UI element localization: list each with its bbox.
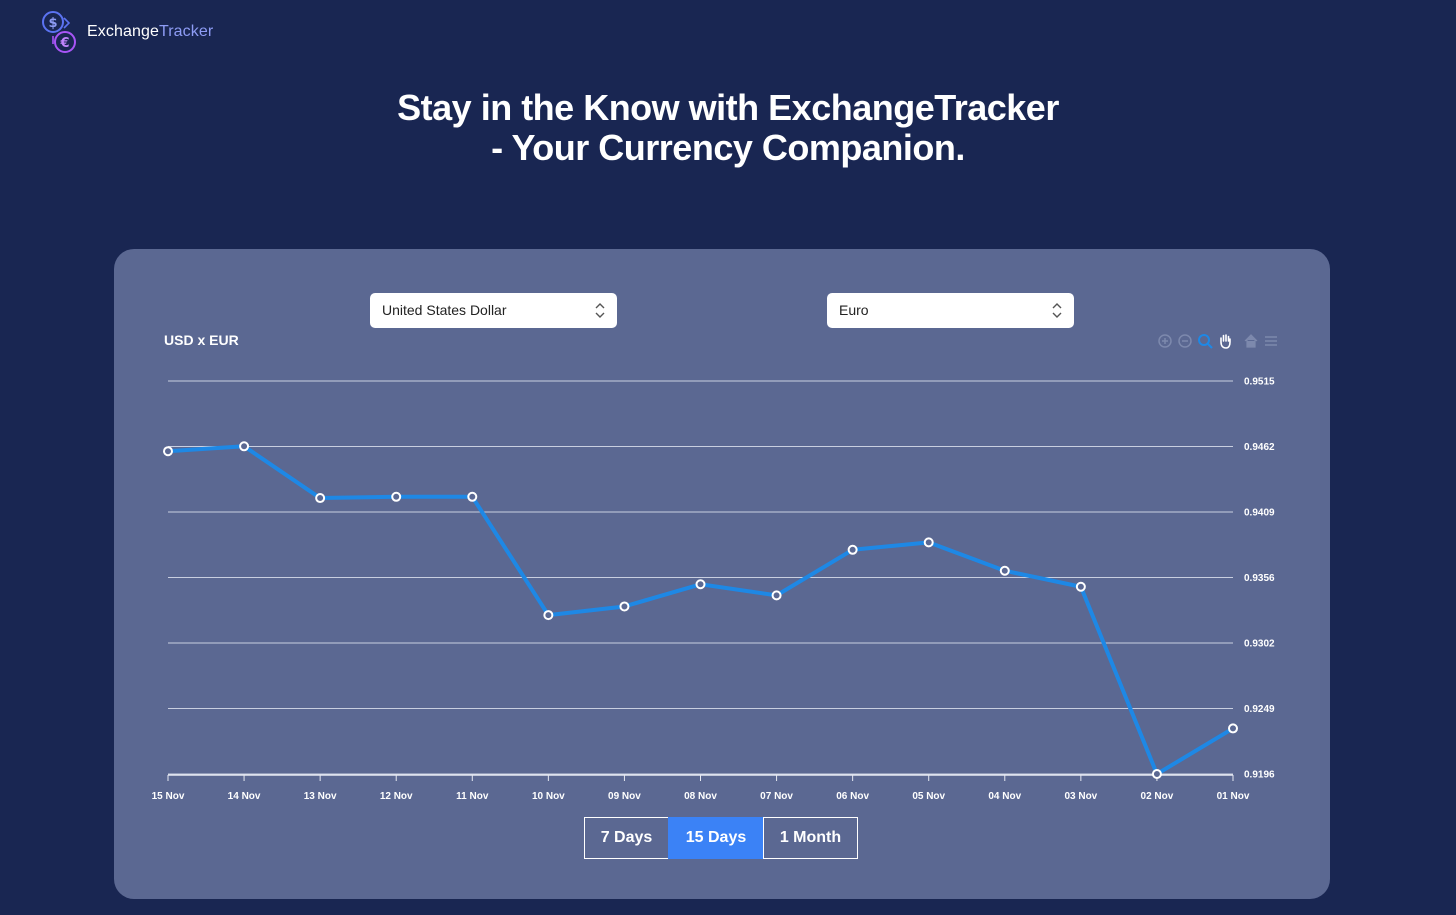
currency-exchange-icon: $ € <box>42 11 76 53</box>
y-tick-label: 0.9196 <box>1244 770 1275 781</box>
y-tick-label: 0.9462 <box>1244 442 1275 453</box>
x-tick-label: 11 Nov <box>456 791 489 802</box>
data-point <box>695 579 706 590</box>
hero-line-1: Stay in the Know with ExchangeTracker <box>397 87 1059 128</box>
data-point <box>1228 723 1238 734</box>
exchange-rate-line-chart: 0.9515 0.9462 0.9409 0.9356 0.9302 0.9249 0.91… <box>152 377 1275 803</box>
y-tick-label: 0.9409 <box>1244 508 1275 519</box>
x-tick-label: 04 Nov <box>988 791 1021 802</box>
x-tick-label: 13 Nov <box>304 791 337 802</box>
x-tick-label: 03 Nov <box>1064 791 1097 802</box>
x-tick-label: 02 Nov <box>1141 791 1174 802</box>
hero-heading: Stay in the Know with ExchangeTracker - … <box>0 88 1456 168</box>
x-tick-label: 06 Nov <box>836 791 869 802</box>
x-tick-label: 10 Nov <box>532 791 565 802</box>
x-tick-label: 15 Nov <box>152 791 185 802</box>
data-point <box>619 601 630 612</box>
brand[interactable]: $ € ExchangeTracker <box>40 10 213 54</box>
x-tick-label: 05 Nov <box>912 791 945 802</box>
data-point <box>771 590 782 601</box>
data-point <box>1075 581 1086 592</box>
x-tick-label: 14 Nov <box>228 791 261 802</box>
data-point <box>923 537 934 548</box>
period-selector: 7 Days 15 Days 1 Month <box>584 817 858 859</box>
data-point <box>391 491 402 502</box>
y-tick-label: 0.9515 <box>1244 377 1275 388</box>
series-line <box>167 444 1235 776</box>
brand-name: ExchangeTracker <box>87 23 213 41</box>
y-tick-label: 0.9302 <box>1244 639 1275 650</box>
data-point <box>999 565 1010 576</box>
x-tick-label: 01 Nov <box>1217 791 1250 802</box>
hero-line-2: - Your Currency Companion. <box>491 127 965 168</box>
period-7-days-button[interactable]: 7 Days <box>584 817 669 859</box>
y-tick-label: 0.9249 <box>1244 704 1275 715</box>
x-tick-label: 12 Nov <box>380 791 413 802</box>
data-point <box>467 491 478 502</box>
y-tick-label: 0.9356 <box>1244 573 1275 584</box>
x-tick-label: 09 Nov <box>608 791 641 802</box>
data-point <box>315 493 326 504</box>
data-point <box>1151 769 1162 779</box>
chart-panel: United States Dollar Euro USD x EUR 0.95… <box>114 249 1330 899</box>
x-tick-label: 08 Nov <box>684 791 717 802</box>
data-point <box>543 610 554 621</box>
data-point <box>847 544 858 555</box>
svg-text:€: € <box>59 36 69 51</box>
data-point <box>163 446 173 457</box>
period-1-month-button[interactable]: 1 Month <box>763 817 858 859</box>
brand-name-part1: Exchange <box>87 23 159 40</box>
brand-name-part2: Tracker <box>158 23 214 40</box>
period-15-days-button[interactable]: 15 Days <box>668 817 764 859</box>
svg-text:$: $ <box>48 16 57 31</box>
data-point <box>239 441 250 452</box>
x-tick-label: 07 Nov <box>760 791 793 802</box>
